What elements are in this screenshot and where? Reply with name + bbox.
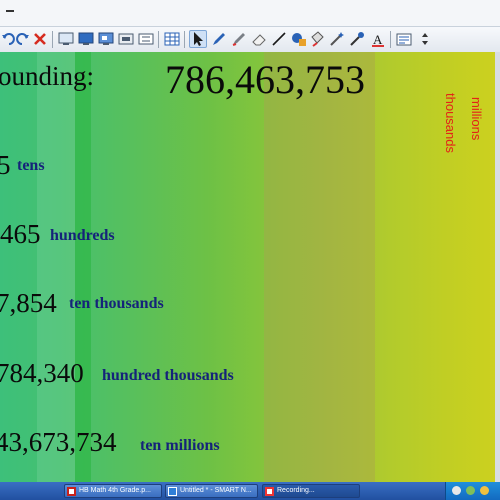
task-label: Recording... [277,487,315,494]
notebook-toolbar: A [0,27,500,53]
delete-icon[interactable] [31,30,49,48]
windows-taskbar: HB Math 4th Grade.p... Untitled * - SMAR… [0,482,500,500]
minimize-mark [6,10,14,12]
shapes-icon[interactable] [290,30,308,48]
row-label: ten millions [140,437,220,454]
pdf-icon [67,487,76,496]
smart-notebook-icon [168,487,177,496]
toolbar-separator [158,31,159,48]
taskbar-item-recording[interactable]: Recording... [262,484,360,498]
taskbar-item-pdf[interactable]: HB Math 4th Grade.p... [64,484,162,498]
toolbar-separator [184,31,185,48]
task-label: Untitled * - SMART N... [180,487,252,494]
place-column-band [264,52,375,482]
row-number: 43,673,734 [0,427,117,457]
screen-shade-icon[interactable] [57,30,75,48]
creative-pen-icon[interactable] [230,30,248,48]
row-number: 465 [0,219,41,249]
big-number: 786,463,753 [165,57,365,102]
more-arrows-icon[interactable] [416,30,434,48]
table-icon[interactable] [163,30,181,48]
thousands-label: thousands [443,93,458,153]
select-arrow-icon[interactable] [189,30,207,48]
row-label: hundred thousands [102,367,234,384]
pen-icon[interactable] [210,30,228,48]
tray-icon[interactable] [452,486,461,495]
svg-text:A: A [373,32,383,47]
recorder-icon [265,487,274,496]
taskbar-item-notebook[interactable]: Untitled * - SMART N... [165,484,258,498]
properties-icon[interactable] [395,30,413,48]
place-column-band [37,52,75,482]
toolbar-separator [390,31,391,48]
capture-icon[interactable] [97,30,115,48]
place-column-band [75,52,91,482]
magic-pen-icon[interactable] [328,30,346,48]
display-icon[interactable] [77,30,95,48]
row-label: tens [17,157,45,174]
row-label: hundreds [50,227,115,244]
line-icon[interactable] [270,30,288,48]
record-icon[interactable] [117,30,135,48]
film-icon[interactable] [137,30,155,48]
millions-label: millions [469,97,484,141]
heading-rounding: ounding: [0,61,95,91]
row-number: 784,340 [0,358,84,388]
window-top-strip [0,0,500,27]
row-label: ten thousands [69,295,164,312]
task-label: HB Math 4th Grade.p... [79,487,151,494]
row-number: 7,854 [0,288,57,318]
whiteboard-canvas[interactable]: ounding: 786,463,753 millions thousands … [0,52,500,482]
tray-icon[interactable] [480,486,489,495]
tray-icon[interactable] [466,486,475,495]
fill-icon[interactable] [308,30,326,48]
text-icon[interactable]: A [369,30,387,48]
system-tray [445,482,500,500]
vertical-scrollbar[interactable] [495,52,500,482]
eraser-icon[interactable] [250,30,268,48]
recognition-pen-icon[interactable] [348,30,366,48]
toolbar-separator [52,31,53,48]
row-number: 5 [0,150,11,180]
redo-icon[interactable] [13,30,31,48]
